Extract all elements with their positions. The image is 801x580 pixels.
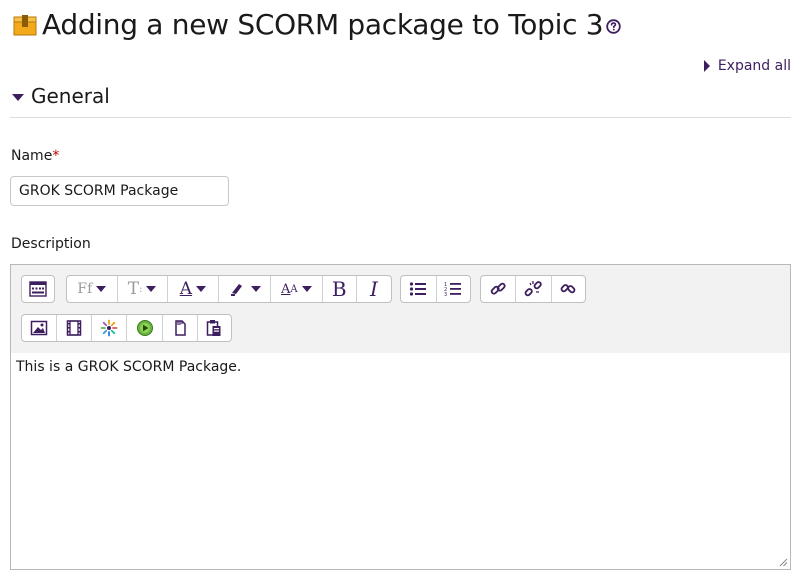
chevron-right-icon [703, 60, 710, 72]
name-label-text: Name [11, 148, 53, 164]
name-label: Name* [11, 148, 59, 164]
page-header: Adding a new SCORM package to Topic 3 [12, 8, 621, 41]
toolbar-toggle-icon [29, 281, 47, 297]
toolbar-group-lists: 1 2 3 [400, 275, 471, 303]
section-divider [10, 117, 791, 118]
page-title: Adding a new SCORM package to Topic 3 [42, 8, 604, 41]
link-button[interactable] [481, 276, 517, 302]
toolbar-group-style: Ff T: A AA B I [66, 275, 392, 303]
font-size-icon: T [127, 279, 140, 299]
media-button[interactable] [57, 315, 93, 341]
background-color-button[interactable] [219, 276, 271, 302]
font-family-icon: Ff [77, 281, 93, 297]
svg-text:3: 3 [444, 292, 447, 297]
copy-icon [172, 319, 188, 337]
paste-icon [206, 319, 222, 337]
expand-all-label: Expand all [717, 58, 791, 74]
description-content[interactable]: This is a GROK SCORM Package. [11, 353, 790, 569]
paragraph-styles-button[interactable]: AA [271, 276, 323, 302]
image-icon [30, 320, 48, 336]
toolbar-group-collapse [21, 275, 55, 303]
dropdown-caret-icon [196, 286, 207, 292]
paste-button[interactable] [198, 315, 231, 341]
anchor-link-icon [559, 280, 577, 298]
recordrtc-button[interactable] [127, 315, 163, 341]
anchor-link-button[interactable] [552, 276, 585, 302]
bold-button[interactable]: B [323, 276, 357, 302]
toolbar-toggle-button[interactable] [22, 276, 54, 302]
sunburst-icon [100, 319, 118, 337]
font-color-button[interactable]: A [168, 276, 220, 302]
dropdown-caret-icon [146, 286, 157, 292]
ordered-list-icon: 1 2 3 [444, 281, 462, 297]
required-marker: * [52, 148, 60, 164]
sunburst-button[interactable] [92, 315, 128, 341]
toolbar-group-insert [21, 314, 232, 342]
unordered-list-icon [409, 281, 427, 297]
question-circle-icon[interactable] [606, 19, 621, 34]
name-input[interactable] [10, 176, 229, 206]
unlink-button[interactable] [516, 276, 552, 302]
italic-button[interactable]: I [357, 276, 391, 302]
expand-all-link[interactable]: Expand all [703, 58, 791, 74]
image-button[interactable] [22, 315, 58, 341]
description-editor: Ff T: A AA B I 1 2 3 This is a GROK SCOR… [10, 264, 791, 570]
section-general-toggle[interactable]: General [12, 84, 110, 108]
font-color-icon: A [179, 279, 193, 299]
toolbar-group-links [480, 275, 586, 303]
font-size-button[interactable]: T: [118, 276, 168, 302]
dropdown-caret-icon [96, 286, 107, 292]
section-title: General [31, 84, 110, 108]
dropdown-caret-icon [301, 286, 312, 292]
description-text: This is a GROK SCORM Package. [16, 359, 242, 375]
description-label: Description [11, 236, 91, 252]
editor-toolbar: Ff T: A AA B I 1 2 3 [11, 265, 790, 354]
background-color-icon [229, 281, 247, 297]
dropdown-caret-icon [250, 286, 261, 292]
link-icon [489, 280, 507, 298]
italic-icon: I [369, 277, 378, 301]
font-family-button[interactable]: Ff [67, 276, 118, 302]
recordrtc-icon [136, 319, 154, 337]
unlink-icon [524, 280, 543, 298]
bold-icon: B [331, 277, 347, 301]
copy-button[interactable] [163, 315, 198, 341]
scorm-package-icon [12, 12, 38, 38]
ordered-list-button[interactable]: 1 2 3 [437, 276, 471, 302]
resize-handle-icon[interactable] [779, 558, 788, 567]
media-icon [66, 320, 82, 336]
unordered-list-button[interactable] [401, 276, 437, 302]
paragraph-styles-icon: A [281, 281, 291, 297]
chevron-down-icon [12, 93, 24, 101]
